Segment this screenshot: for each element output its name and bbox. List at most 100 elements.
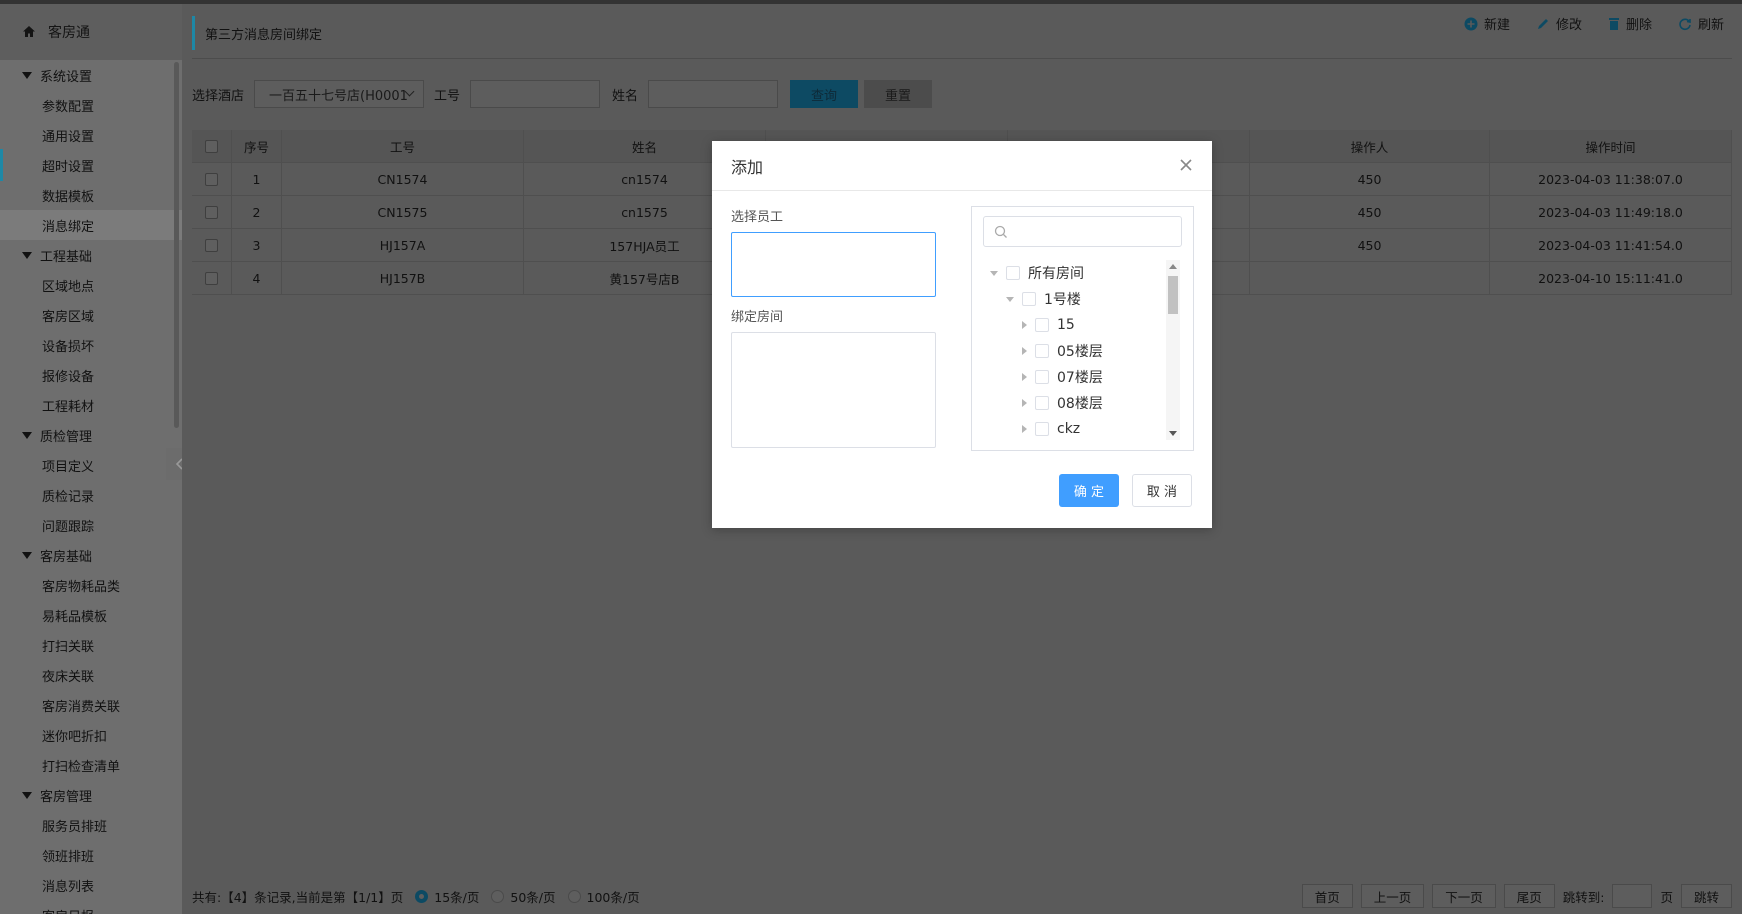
scroll-down-icon[interactable]	[1169, 431, 1177, 436]
tree-node-checkbox[interactable]	[1035, 422, 1049, 436]
row-checkbox[interactable]	[205, 172, 218, 186]
caret-right-icon[interactable]	[1022, 425, 1027, 433]
table-cell: CN1575	[282, 196, 524, 228]
sidebar-item[interactable]: 问题跟踪	[0, 510, 182, 540]
sidebar-scrollbar[interactable]	[174, 62, 179, 428]
row-select-cell[interactable]	[192, 163, 232, 195]
sidebar-item[interactable]: 客房消费关联	[0, 690, 182, 720]
sidebar-item[interactable]: 客房区域	[0, 300, 182, 330]
jump-page-input[interactable]	[1612, 884, 1653, 908]
tree-node[interactable]: 05楼层	[972, 338, 1172, 364]
tree-node[interactable]: 所有房间	[972, 260, 1172, 286]
prev-page-button[interactable]: 上一页	[1360, 884, 1425, 908]
page-size-15-radio[interactable]	[415, 889, 429, 903]
tree-node-checkbox[interactable]	[1022, 292, 1036, 306]
employee-select-field[interactable]	[731, 232, 936, 297]
employee-label: 选择员工	[731, 210, 784, 225]
sidebar-item[interactable]: 消息列表	[0, 870, 182, 900]
row-checkbox[interactable]	[205, 205, 218, 219]
tree-node[interactable]: 08楼层	[972, 390, 1172, 416]
select-all-cell[interactable]	[192, 130, 232, 162]
name-input[interactable]	[648, 80, 779, 108]
sidebar-group[interactable]: 质检管理	[0, 420, 182, 450]
tree-node-checkbox[interactable]	[1035, 318, 1049, 332]
sidebar-item[interactable]: 区域地点	[0, 270, 182, 300]
tree-node[interactable]: 07楼层	[972, 364, 1172, 390]
sidebar-item[interactable]: 迷你吧折扣	[0, 720, 182, 750]
next-page-button[interactable]: 下一页	[1432, 884, 1496, 908]
tree-node-label: 08楼层	[1057, 396, 1103, 412]
sidebar-item[interactable]: 打扫检查清单	[0, 750, 182, 780]
tree-node-checkbox[interactable]	[1035, 396, 1049, 410]
jump-label: 跳转到:	[1562, 889, 1605, 905]
sidebar-group[interactable]: 客房管理	[0, 780, 182, 810]
tree-node[interactable]: 1号楼	[972, 286, 1172, 312]
scroll-thumb[interactable]	[1168, 276, 1178, 314]
last-page-button[interactable]: 尾页	[1503, 884, 1555, 908]
caret-right-icon[interactable]	[1022, 347, 1027, 355]
sidebar-item[interactable]: 设备损坏	[0, 330, 182, 360]
delete-label: 删除	[1625, 18, 1652, 33]
caret-right-icon[interactable]	[1022, 373, 1027, 381]
table-cell: CN1574	[282, 163, 524, 195]
sidebar-item[interactable]: 工程耗材	[0, 390, 182, 420]
row-checkbox[interactable]	[205, 238, 218, 252]
sidebar-item[interactable]: 领班排班	[0, 840, 182, 870]
sidebar-item[interactable]: 参数配置	[0, 90, 182, 120]
sidebar-item[interactable]: 打扫关联	[0, 630, 182, 660]
tree-node-checkbox[interactable]	[1035, 344, 1049, 358]
sidebar-item[interactable]: 超时设置	[0, 150, 182, 180]
delete-button[interactable]: 删除	[1608, 14, 1652, 33]
sidebar-item[interactable]: 客房物耗品类	[0, 570, 182, 600]
table-cell: 2023-04-03 11:49:18.0	[1490, 196, 1732, 228]
row-checkbox[interactable]	[205, 271, 218, 285]
sidebar-item[interactable]: 项目定义	[0, 450, 182, 480]
sidebar-item[interactable]: 消息绑定	[0, 210, 182, 240]
close-icon[interactable]	[1178, 157, 1194, 173]
table-cell: 2023-04-03 11:41:54.0	[1490, 229, 1732, 261]
scroll-up-icon[interactable]	[1169, 264, 1177, 269]
cancel-button[interactable]: 取 消	[1132, 474, 1192, 507]
sidebar-group[interactable]: 工程基础	[0, 240, 182, 270]
new-button[interactable]: 新建	[1464, 14, 1510, 33]
query-button[interactable]: 查询	[790, 80, 859, 108]
edit-button[interactable]: 修改	[1536, 14, 1582, 33]
caret-right-icon[interactable]	[1022, 321, 1027, 329]
page-size-50-radio[interactable]	[491, 889, 505, 903]
sidebar-item[interactable]: 通用设置	[0, 120, 182, 150]
page-size-100-radio[interactable]	[567, 889, 581, 903]
sidebar-item[interactable]: 易耗品模板	[0, 600, 182, 630]
reset-button[interactable]: 重置	[864, 80, 933, 108]
sidebar-group[interactable]: 系统设置	[0, 60, 182, 90]
tree-node-checkbox[interactable]	[1035, 370, 1049, 384]
tree-node[interactable]: 15	[972, 312, 1172, 338]
caret-down-icon[interactable]	[1006, 296, 1014, 302]
jump-button[interactable]: 跳转	[1680, 884, 1732, 908]
row-select-cell[interactable]	[192, 196, 232, 228]
confirm-button[interactable]: 确 定	[1059, 474, 1119, 507]
sidebar-item[interactable]: 数据模板	[0, 180, 182, 210]
gh-input[interactable]	[470, 80, 601, 108]
sidebar-item[interactable]: 客房日报	[0, 900, 182, 914]
bind-room-field[interactable]	[731, 332, 936, 448]
refresh-button[interactable]: 刷新	[1678, 14, 1724, 33]
tree-search-input[interactable]	[983, 216, 1182, 247]
tree-node-checkbox[interactable]	[1006, 266, 1020, 280]
sidebar-item[interactable]: 夜床关联	[0, 660, 182, 690]
tree-node[interactable]: ckz	[972, 416, 1172, 442]
header-no: 序号	[232, 130, 282, 162]
hotel-select[interactable]: 一百五十七号店(H0001	[254, 80, 425, 108]
sidebar-item[interactable]: 质检记录	[0, 480, 182, 510]
select-all-checkbox[interactable]	[205, 139, 218, 153]
tree-scrollbar[interactable]	[1166, 260, 1180, 440]
brand[interactable]: 客房通	[0, 4, 182, 60]
dialog-header: 添加	[712, 141, 1212, 191]
caret-down-icon[interactable]	[990, 270, 998, 276]
row-select-cell[interactable]	[192, 262, 232, 294]
first-page-button[interactable]: 首页	[1301, 884, 1353, 908]
caret-right-icon[interactable]	[1022, 399, 1027, 407]
sidebar-group[interactable]: 客房基础	[0, 540, 182, 570]
row-select-cell[interactable]	[192, 229, 232, 261]
sidebar-item[interactable]: 服务员排班	[0, 810, 182, 840]
sidebar-item[interactable]: 报修设备	[0, 360, 182, 390]
